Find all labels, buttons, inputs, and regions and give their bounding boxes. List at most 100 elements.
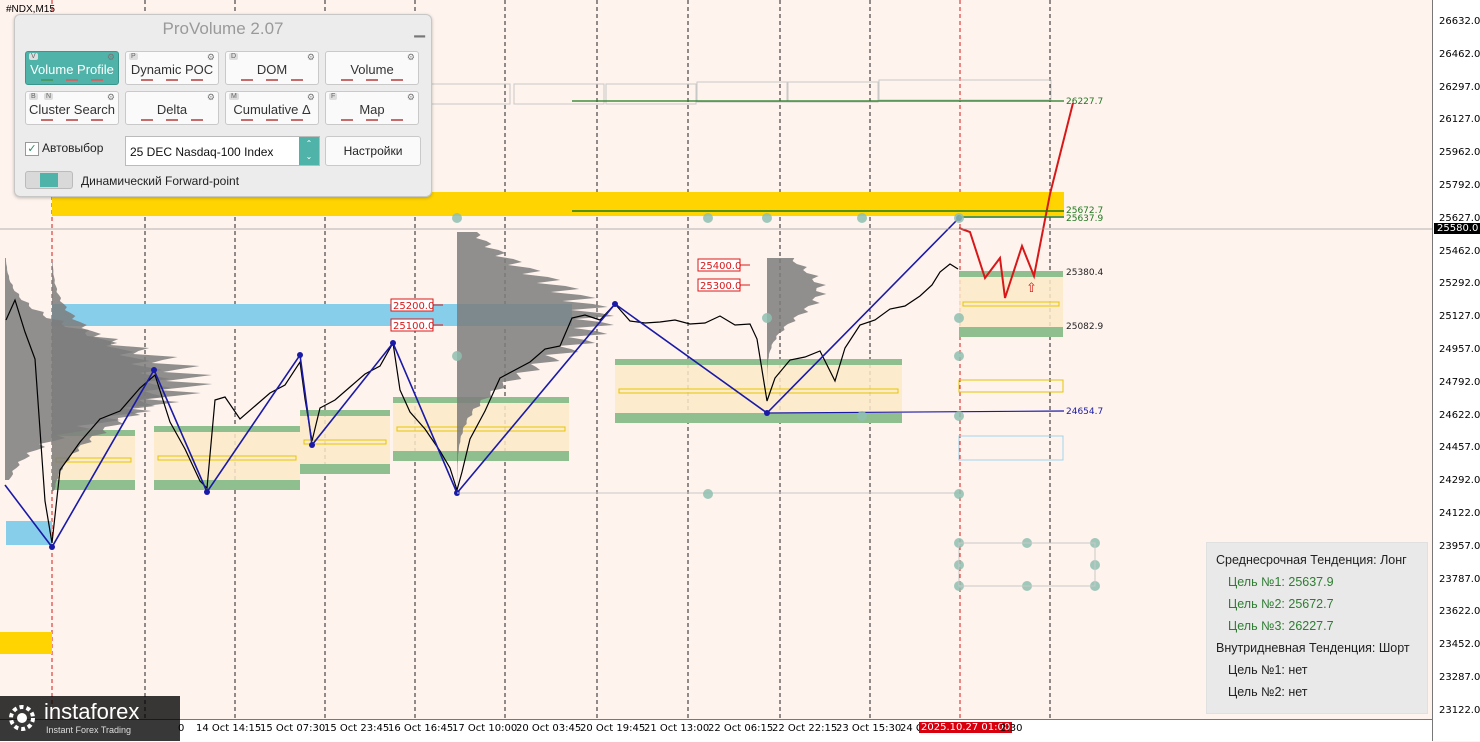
logo-name: instaforex <box>44 699 140 724</box>
value-area-top-band <box>300 410 390 416</box>
status-indicator <box>334 79 410 81</box>
forward-point-label: Динамический Forward-point <box>81 174 240 188</box>
price-tick: 25292.0 <box>1439 278 1480 290</box>
forward-point-node <box>703 489 713 499</box>
panel-button-label: Cluster Search <box>29 102 115 117</box>
forward-grid-box <box>958 542 1096 587</box>
hotkey-badge: F <box>329 93 338 100</box>
price-tick: 26462.0 <box>1439 48 1480 60</box>
price-tick: 26297.0 <box>1439 81 1480 93</box>
price-tick: 26127.0 <box>1439 114 1480 126</box>
forward-point-node <box>954 489 964 499</box>
hotkey-badge: V <box>29 53 38 60</box>
price-tick: 24122.0 <box>1439 508 1480 519</box>
panel-button-dynamic-poc[interactable]: P ⚙ Dynamic POC <box>125 51 219 85</box>
prior-range-box <box>787 81 879 103</box>
zigzag-node <box>612 301 618 307</box>
value-area-bottom-band <box>52 480 135 490</box>
zigzag-node <box>151 367 157 373</box>
settings-button[interactable]: Настройки <box>325 136 421 166</box>
mid-target-2: Цель №2: 25672.7 <box>1228 597 1334 611</box>
prior-range-box <box>696 81 788 103</box>
time-tick: 20 Oct 03:45 <box>516 723 582 734</box>
panel-button-cluster-search[interactable]: B N ⚙ Cluster Search <box>25 91 119 125</box>
price-box-label: 25100.0 <box>393 321 434 332</box>
panel-button-delta[interactable]: ⚙ Delta <box>125 91 219 125</box>
blue-zone-left <box>6 521 52 545</box>
up-arrow-icon: ⇧ <box>1026 281 1037 296</box>
time-tick: 20 Oct 19:45 <box>580 723 646 734</box>
zigzag-node <box>309 442 315 448</box>
level-label-25082: 25082.9 <box>1066 322 1103 332</box>
time-tick: 23 Oct 15:30 <box>836 723 902 734</box>
panel-button-volume[interactable]: ⚙ Volume <box>325 51 419 85</box>
value-area-top-band <box>615 359 902 365</box>
hotkey-badge: B <box>29 93 38 100</box>
gold-zone-lower <box>0 632 52 654</box>
status-indicator <box>134 119 210 121</box>
forward-point-node <box>762 313 772 323</box>
mid-target-1: Цель №1: 25637.9 <box>1228 575 1334 589</box>
zigzag-node <box>204 489 210 495</box>
value-area-bottom-band <box>154 480 300 490</box>
autoselect-checkbox[interactable]: ✓ Автовыбор <box>25 141 103 156</box>
status-indicator <box>334 119 410 121</box>
minimize-icon[interactable]: ▁ <box>414 21 425 38</box>
instrument-value: 25 DEC Nasdaq-100 Index <box>130 145 274 159</box>
price-tick: 25462.0 <box>1439 245 1480 257</box>
price-tick: 23287.0 <box>1439 672 1480 683</box>
panel-button-label: DOM <box>256 62 288 77</box>
status-indicator <box>34 79 110 81</box>
value-area-bottom-band <box>300 464 390 474</box>
level-label-26227: 26227.7 <box>1066 97 1103 107</box>
price-tick: 24957.0 <box>1439 344 1480 355</box>
forward-point-node <box>452 213 462 223</box>
price-tick: 25792.0 <box>1439 180 1480 191</box>
panel-button-cumulative[interactable]: M ⚙ Cumulative Δ <box>225 91 319 125</box>
price-tick: 24292.0 <box>1439 475 1480 487</box>
time-tick: 21 Oct 13:00 <box>644 723 710 734</box>
prior-range-box <box>878 79 1052 101</box>
level-label-24654: 24654.7 <box>1066 407 1103 417</box>
logo-gear-icon <box>9 705 35 731</box>
panel-button-map[interactable]: F ⚙ Map <box>325 91 419 125</box>
price-box-label: 25400.0 <box>700 261 741 272</box>
panel-button-label: Delta <box>156 102 188 117</box>
price-tick: 23622.0 <box>1439 606 1480 618</box>
price-tick: 23122.0 <box>1439 704 1480 716</box>
forward-point-node <box>954 411 964 421</box>
zigzag-node <box>49 544 55 550</box>
instrument-select[interactable]: 25 DEC Nasdaq-100 Index ⌃ ⌄ <box>125 136 320 166</box>
hotkey-badge: M <box>229 93 239 100</box>
instaforex-logo: instaforex Instant Forex Trading <box>0 696 180 741</box>
value-area-bottom-band <box>959 327 1063 337</box>
time-axis[interactable]: 14 Oct 14:15 15 Oct 07:30 15 Oct 23:45 16 O… <box>0 719 1432 742</box>
level-label-25380: 25380.4 <box>1066 268 1103 278</box>
time-tick: 15 Oct 23:45 <box>324 723 390 734</box>
mid-trend-title: Среднесрочная Тенденция: Лонг <box>1216 553 1407 567</box>
price-tick: 24792.0 <box>1439 376 1480 388</box>
provolume-panel[interactable]: ProVolume 2.07 ▁ V ⚙ Volume Profile P ⚙ Dynam… <box>14 14 432 197</box>
prior-range-box <box>419 83 511 105</box>
price-axis[interactable]: 26632.0 26462.0 26297.0 26127.0 25962.0 25792… <box>1432 0 1480 741</box>
forward-box-blue <box>958 435 1064 461</box>
spinner-arrows-icon[interactable]: ⌃ ⌄ <box>299 137 319 165</box>
price-tick: 25962.0 <box>1439 147 1480 159</box>
level-label-25637: 25637.9 <box>1066 214 1103 224</box>
price-box-label: 25200.0 <box>393 301 434 312</box>
forward-box <box>958 379 1064 393</box>
forward-point-node <box>762 213 772 223</box>
price-tick: 23452.0 <box>1439 639 1480 651</box>
panel-button-label: Dynamic POC <box>130 62 214 77</box>
status-indicator <box>234 79 310 81</box>
toggle-knob <box>40 173 58 187</box>
time-tick: 17 Oct 10:00 <box>452 723 518 734</box>
price-tick: 24457.0 <box>1439 442 1480 454</box>
intra-trend-title: Внутридневная Тенденция: Шорт <box>1216 641 1410 655</box>
checkbox-check-icon[interactable]: ✓ <box>25 141 39 156</box>
panel-button-volume-profile[interactable]: V ⚙ Volume Profile <box>25 51 119 85</box>
forward-point-toggle[interactable] <box>25 171 73 189</box>
forward-point-node <box>857 411 867 421</box>
price-tick: 23787.0 <box>1439 573 1480 585</box>
panel-button-dom[interactable]: D ⚙ DOM <box>225 51 319 85</box>
